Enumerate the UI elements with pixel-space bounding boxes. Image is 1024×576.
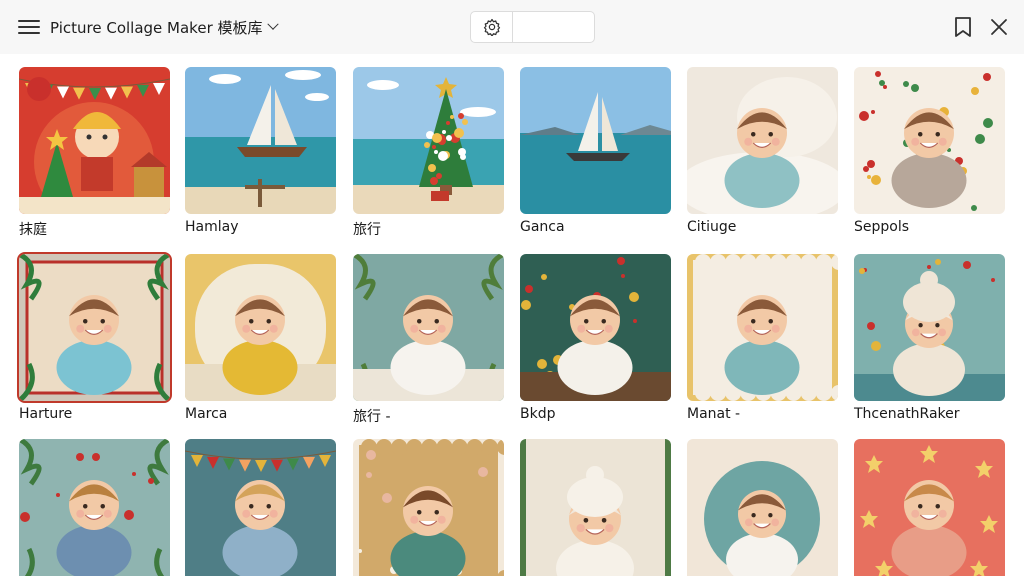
template-thumbnail[interactable] (185, 67, 336, 214)
template-thumbnail[interactable] (520, 439, 671, 576)
template-library-dropdown[interactable]: Picture Collage Maker 模板库 (50, 16, 279, 38)
template-thumbnail[interactable] (520, 67, 671, 214)
template-thumbnail[interactable] (17, 252, 172, 403)
template-thumbnail[interactable] (185, 439, 336, 576)
template-card[interactable] (687, 439, 838, 576)
template-card[interactable]: 旅行 (353, 67, 504, 238)
template-label: Marca (185, 406, 228, 422)
template-thumbnail[interactable] (854, 439, 1005, 576)
hamburger-menu-icon[interactable] (18, 17, 40, 37)
top-bar: Picture Collage Maker 模板库 (0, 0, 1024, 54)
template-thumbnail[interactable] (353, 67, 504, 214)
bookmark-icon[interactable] (954, 16, 972, 38)
template-card[interactable]: Citiuge (687, 67, 838, 235)
template-card[interactable]: Seppols (854, 67, 1005, 235)
template-label: Citiuge (687, 219, 737, 235)
template-thumbnail[interactable] (687, 254, 838, 401)
template-thumbnail[interactable] (185, 254, 336, 401)
template-card[interactable]: Marca (185, 254, 336, 422)
template-thumbnail[interactable] (19, 439, 170, 576)
template-label: 抹庭 (19, 222, 47, 238)
template-card[interactable]: Ganca (520, 67, 671, 235)
template-thumbnail[interactable] (520, 254, 671, 401)
template-thumbnail[interactable] (854, 67, 1005, 214)
template-label: Harture (19, 406, 73, 422)
gear-icon[interactable] (471, 12, 513, 42)
template-thumbnail[interactable] (854, 254, 1005, 401)
template-card[interactable] (353, 439, 504, 576)
template-card[interactable]: 抹庭 (19, 67, 170, 238)
chevron-down-icon (266, 18, 279, 30)
template-label: 旅行 - (353, 409, 391, 425)
template-card[interactable]: ThcenathRaker (854, 254, 1005, 422)
template-label: 旅行 (353, 222, 381, 238)
template-thumbnail[interactable] (353, 439, 504, 576)
template-label: ThcenathRaker (854, 406, 960, 422)
template-label: Seppols (854, 219, 910, 235)
template-card[interactable] (520, 439, 671, 576)
template-card[interactable]: Manat - (687, 254, 838, 422)
template-label: Hamlay (185, 219, 239, 235)
template-thumbnail[interactable] (687, 439, 838, 576)
center-blank-field[interactable] (513, 12, 594, 42)
template-thumbnail[interactable] (19, 67, 170, 214)
template-card[interactable]: 旅行 - (353, 254, 504, 425)
center-toolbar (470, 11, 595, 43)
template-card[interactable] (854, 439, 1005, 576)
close-icon[interactable] (990, 18, 1008, 36)
template-card[interactable]: Bkdp (520, 254, 671, 422)
template-thumbnail[interactable] (353, 254, 504, 401)
template-card[interactable] (185, 439, 336, 576)
template-label: Manat - (687, 406, 741, 422)
template-thumbnail[interactable] (687, 67, 838, 214)
template-card[interactable]: Hamlay (185, 67, 336, 235)
template-card[interactable] (19, 439, 170, 576)
template-label: Bkdp (520, 406, 556, 422)
app-title: Picture Collage Maker 模板库 (50, 18, 263, 37)
template-card[interactable]: Harture (17, 252, 172, 422)
template-label: Ganca (520, 219, 565, 235)
